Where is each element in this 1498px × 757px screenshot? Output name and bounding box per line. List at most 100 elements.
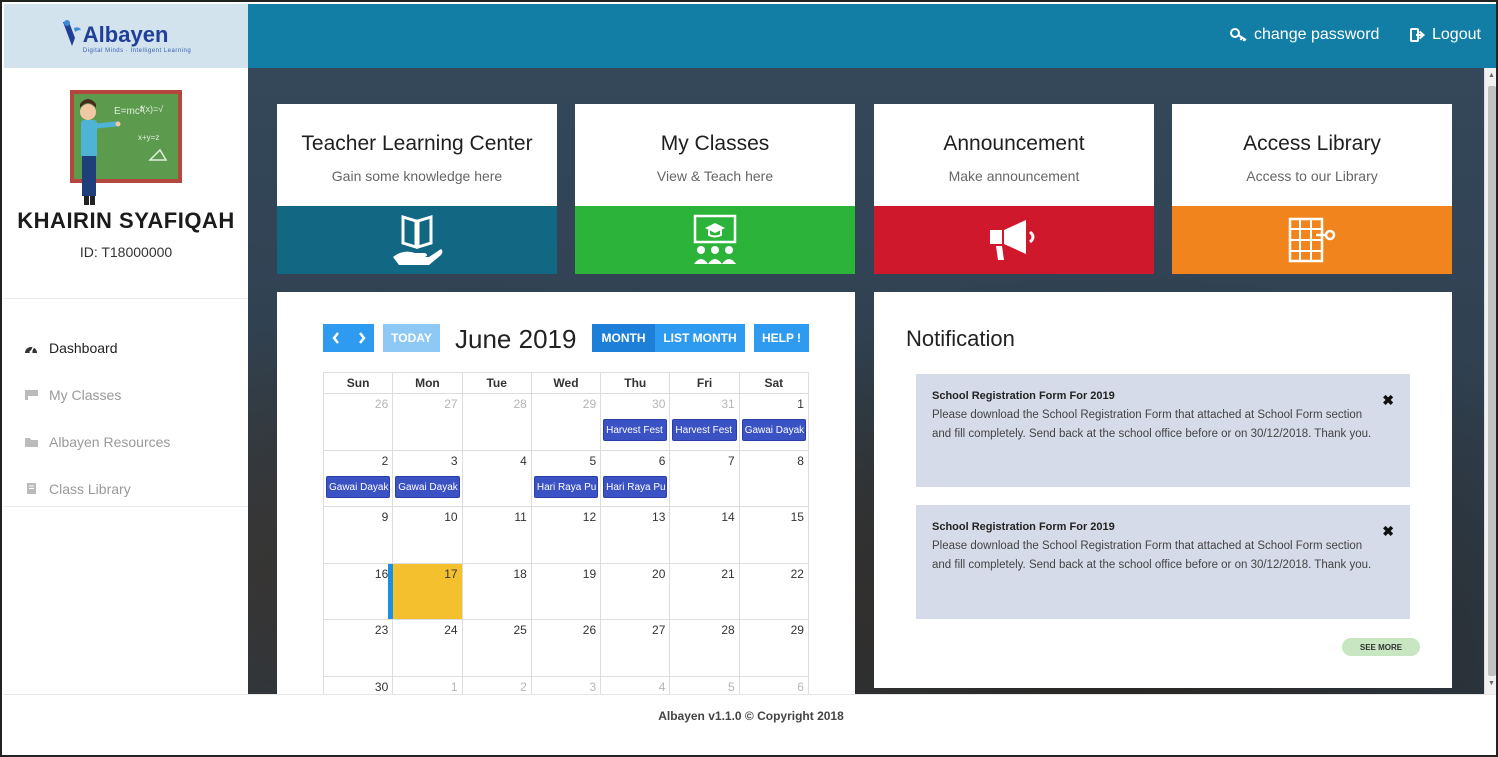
calendar-day-cell[interactable]: 25 — [463, 620, 532, 676]
calendar-day-cell[interactable]: 11 — [463, 507, 532, 563]
calendar-event[interactable]: Hari Raya Pu — [603, 475, 668, 498]
calendar-day-cell[interactable]: 20 — [601, 563, 671, 619]
calendar-body: 26 27 28 29 30 Harvest Fest 31 Harvest Fest 1 Gaw… — [323, 394, 809, 694]
megaphone-icon — [990, 220, 1035, 260]
calendar-day-cell[interactable]: 24 — [393, 620, 463, 676]
weekday-label: Sat — [764, 376, 784, 390]
card-footer[interactable] — [277, 206, 557, 274]
card-access-library[interactable]: Access Library Access to our Library — [1172, 104, 1452, 274]
calendar-day-number: 18 — [513, 566, 527, 581]
calendar-day-number: 29 — [790, 623, 804, 637]
sidebar-item-class-library[interactable]: Class Library — [4, 465, 248, 512]
scroll-up-icon[interactable]: ▲ — [1488, 72, 1495, 79]
calendar-day-cell[interactable]: 8 — [740, 450, 809, 506]
calendar-week-row: 30 1 2 3 4 5 6 — [323, 676, 809, 694]
calendar-day-cell[interactable]: 2 Gawai Dayak — [324, 450, 394, 506]
calendar-day-cell[interactable]: 4 — [601, 676, 671, 694]
calendar-day-cell[interactable]: 28 — [670, 620, 740, 676]
dashboard-icon — [23, 341, 39, 355]
calendar-day-cell[interactable]: 19 — [532, 563, 602, 619]
calendar-day-cell[interactable]: 27 — [393, 394, 463, 450]
sidebar-item-my-classes[interactable]: My Classes — [4, 371, 248, 418]
calendar-day-cell[interactable]: 31 Harvest Fest — [670, 394, 740, 450]
logout-link[interactable]: Logout — [1410, 26, 1481, 44]
calendar-day-cell[interactable]: 18 — [463, 563, 532, 619]
calendar-day-cell[interactable]: 29 — [532, 394, 602, 450]
calendar-day-cell[interactable]: 15 — [740, 507, 809, 563]
calendar-day-cell[interactable]: 23 — [324, 620, 394, 676]
calendar-day-cell[interactable]: 1 Gawai Dayak — [740, 394, 809, 450]
calendar-weekday-header: Sun Mon Tue Wed Thu Fri Sat — [323, 372, 809, 394]
main-content: Teacher Learning Center Gain some knowle… — [248, 68, 1484, 694]
calendar-help-button[interactable]: HELP ! — [754, 324, 809, 352]
calendar-event[interactable]: Gawai Dayak — [741, 419, 806, 441]
calendar-day-cell[interactable]: 30 — [324, 676, 394, 694]
brand-logo-area[interactable]: Albayen Digital Minds · Intelligent Lear… — [4, 4, 248, 68]
calendar-day-cell[interactable]: 14 — [670, 507, 740, 563]
page-scrollbar[interactable]: ▲ ▼ — [1484, 68, 1496, 694]
calendar-day-cell[interactable]: 7 — [670, 450, 740, 506]
calendar-day-cell[interactable]: 12 — [532, 507, 602, 563]
calendar-day-cell[interactable]: 3 Gawai Dayak — [393, 450, 463, 506]
calendar-month-button[interactable]: MONTH — [592, 324, 655, 352]
calendar-day-cell[interactable]: 5 — [670, 676, 740, 694]
calendar-day-number: 10 — [444, 510, 458, 524]
svg-text:x+y=z: x+y=z — [138, 133, 159, 142]
calendar-list-month-button[interactable]: LIST MONTH — [655, 324, 745, 352]
card-title: Access Library — [1243, 132, 1381, 155]
calendar-day-number: 24 — [444, 623, 458, 637]
see-more-button[interactable]: SEE MORE — [1342, 638, 1420, 656]
card-my-classes[interactable]: My Classes View & Teach here — [575, 104, 855, 274]
calendar-day-cell[interactable]: 16 — [324, 563, 394, 619]
calendar-event[interactable]: Harvest Fest — [672, 419, 737, 441]
card-announcement[interactable]: Announcement Make announcement — [874, 104, 1154, 274]
scroll-down-icon[interactable]: ▼ — [1488, 680, 1495, 687]
card-footer[interactable] — [1172, 206, 1452, 274]
scrollbar-thumb[interactable] — [1488, 86, 1496, 676]
app-window: Albayen Digital Minds · Intelligent Lear… — [0, 0, 1498, 757]
calendar-event[interactable]: Gawai Dayak — [395, 475, 460, 498]
sidebar-divider — [4, 298, 248, 299]
calendar-day-number: 21 — [721, 566, 735, 581]
calendar-day-cell[interactable]: 5 Hari Raya Pu — [532, 450, 602, 506]
calendar-day-cell[interactable]: 4 — [463, 450, 532, 506]
card-teacher-learning-center[interactable]: Teacher Learning Center Gain some knowle… — [277, 104, 557, 274]
sidebar-item-dashboard[interactable]: Dashboard — [4, 324, 248, 371]
calendar-day-cell[interactable]: 9 — [324, 507, 394, 563]
calendar-day-cell[interactable]: 26 — [324, 394, 394, 450]
card-footer[interactable] — [575, 206, 855, 274]
calendar-day-cell[interactable]: 28 — [463, 394, 532, 450]
calendar-event[interactable]: Harvest Fest — [603, 419, 668, 441]
card-footer[interactable] — [874, 206, 1154, 274]
close-icon[interactable]: ✖ — [1382, 392, 1394, 409]
card-subtitle: Gain some knowledge here — [331, 168, 503, 184]
calendar-day-cell[interactable]: 26 — [532, 620, 602, 676]
brand-logo[interactable]: Albayen Digital Minds · Intelligent Lear… — [61, 18, 191, 54]
calendar-day-cell[interactable]: 10 — [393, 507, 463, 563]
calendar-day-cell[interactable]: 21 — [670, 563, 740, 619]
calendar-day-cell[interactable]: 2 — [463, 676, 532, 694]
calendar-day-cell[interactable]: 13 — [601, 507, 671, 563]
calendar-day-cell[interactable]: 3 — [532, 676, 602, 694]
calendar-next-button[interactable] — [349, 324, 374, 352]
sidebar-item-albayen-resources[interactable]: Albayen Resources — [4, 418, 248, 465]
calendar-day-cell[interactable]: 22 — [740, 563, 809, 619]
close-icon[interactable]: ✖ — [1382, 523, 1394, 540]
svg-text:f(x)=√: f(x)=√ — [140, 104, 163, 114]
calendar-day-cell[interactable]: 29 — [740, 620, 809, 676]
calendar-today-button[interactable]: TODAY — [383, 324, 440, 352]
calendar-event[interactable]: Gawai Dayak — [326, 475, 391, 498]
calendar-day-cell[interactable]: 6 — [740, 676, 809, 694]
calendar-event[interactable]: Hari Raya Pu — [533, 475, 599, 498]
sidebar-item-label: My Classes — [49, 386, 122, 403]
sidebar-divider — [4, 506, 248, 507]
calendar-day-number: 26 — [374, 397, 389, 411]
calendar-day-cell[interactable]: 6 Hari Raya Pu — [601, 450, 671, 506]
calendar-day-number: 22 — [790, 566, 804, 581]
calendar-day-cell[interactable]: 17 — [388, 563, 463, 619]
change-password-link[interactable]: change password — [1230, 26, 1379, 44]
calendar-prev-button[interactable] — [323, 324, 349, 352]
calendar-day-cell[interactable]: 30 Harvest Fest — [601, 394, 671, 450]
calendar-day-cell[interactable]: 1 — [393, 676, 463, 694]
calendar-day-cell[interactable]: 27 — [601, 620, 671, 676]
